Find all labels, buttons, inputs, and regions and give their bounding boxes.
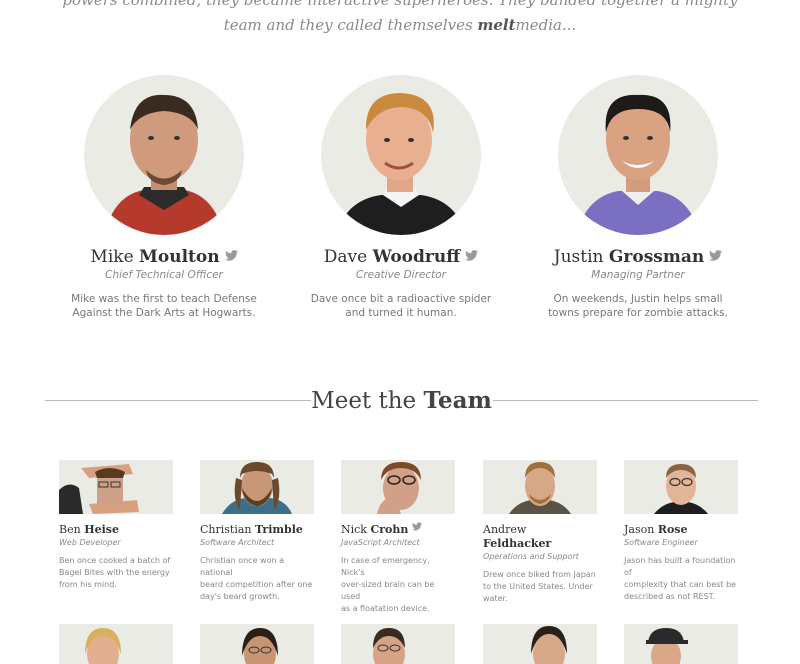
twitter-icon[interactable]: [224, 245, 238, 267]
partner-bio-line: Against the Dark Arts at Hogwarts.: [72, 307, 256, 319]
partner-last-name: Moulton: [139, 247, 220, 267]
partner-bio: Dave once bit a radioactive spider and tu…: [281, 292, 521, 320]
member-name: Christian Trimble: [200, 523, 314, 537]
twitter-icon[interactable]: [412, 521, 423, 535]
partner-first-name: Mike: [90, 247, 134, 267]
member-bio-line: from his mind.: [59, 580, 117, 589]
partner-card-dave: Dave Woodruff Creative Director Dave onc…: [281, 75, 521, 320]
member-role: Web Developer: [59, 538, 121, 547]
partner-bio: Mike was the first to teach Defense Again…: [44, 292, 284, 320]
member-bio-line: water.: [483, 594, 508, 603]
partner-photo: [558, 75, 718, 235]
member-bio-line: Drew once biked from Japan: [483, 570, 596, 579]
member-photo: [483, 624, 597, 664]
member-role: Software Engineer: [624, 538, 698, 547]
section-title-text: Meet the: [311, 388, 424, 414]
twitter-icon[interactable]: [465, 245, 479, 267]
member-bio-line: over-sized brain can be used: [341, 580, 435, 601]
partner-last-name: Grossman: [608, 247, 705, 267]
partner-card-mike: Mike Moulton Chief Technical Officer Mik…: [44, 75, 284, 320]
member-photo: [341, 460, 455, 514]
member-bio: In case of emergency, Nick's over-sized b…: [341, 555, 455, 615]
member-first-name: Ben: [59, 523, 81, 536]
partner-bio-line: and turned it human.: [345, 307, 457, 319]
member-bio-line: day's beard growth.: [200, 592, 280, 601]
member-card-ben: Ben Heise Web Developer Ben once cooked …: [59, 460, 173, 591]
partner-role: Chief Technical Officer: [105, 269, 223, 281]
partner-first-name: Dave: [323, 247, 368, 267]
section-title: Meet the Team: [45, 387, 758, 414]
intro-line-1: powers combined, they became interactive…: [62, 0, 738, 9]
partner-photo: [321, 75, 481, 235]
member-photo: [483, 460, 597, 514]
member-name: Ben Heise: [59, 523, 173, 537]
intro-line-2-text: team and they called themselves: [223, 16, 478, 34]
member-card-christian: Christian Trimble Software Architect Chr…: [200, 460, 314, 603]
partner-photo: [84, 75, 244, 235]
member-bio-line: In case of emergency, Nick's: [341, 556, 430, 577]
partner-bio-line: Mike was the first to teach Defense: [71, 293, 257, 305]
member-name: Andrew Feldhacker: [483, 523, 597, 551]
partner-name: Justin Grossman: [518, 246, 758, 268]
member-bio: Ben once cooked a batch of Bagel Bites wi…: [59, 555, 173, 591]
partner-last-name: Woodruff: [372, 247, 461, 267]
member-first-name: Andrew: [483, 523, 527, 536]
partner-first-name: Justin: [553, 247, 604, 267]
member-last-name: Trimble: [255, 523, 303, 536]
member-bio-line: Ben once cooked a batch of: [59, 556, 171, 565]
partner-bio-line: On weekends, Justin helps small: [553, 293, 723, 305]
member-card-nick: Nick Crohn JavaScript Architect In case …: [341, 460, 455, 615]
member-bio: Drew once biked from Japan to the United …: [483, 569, 597, 605]
twitter-icon[interactable]: [709, 245, 723, 267]
intro-line-2-end: media...: [515, 16, 577, 34]
member-bio-line: Christian once won a national: [200, 556, 284, 577]
member-last-name: Rose: [657, 523, 688, 536]
member-bio-line: Jason has built a foundation of: [624, 556, 736, 577]
partner-bio: On weekends, Justin helps small towns pre…: [518, 292, 758, 320]
member-photo: [200, 624, 314, 664]
member-last-name: Heise: [84, 523, 119, 536]
member-photo: [59, 624, 173, 664]
member-photo: [624, 460, 738, 514]
partner-role: Creative Director: [356, 269, 446, 281]
member-bio-line: Bagel Bites with the energy: [59, 568, 170, 577]
member-role: Operations and Support: [483, 552, 579, 561]
member-first-name: Nick: [341, 523, 367, 536]
member-last-name: Crohn: [370, 523, 409, 536]
member-photo: [624, 624, 738, 664]
partner-role: Managing Partner: [591, 269, 685, 281]
member-bio-line: described as not REST.: [624, 592, 716, 601]
member-card-andrew: Andrew Feldhacker Operations and Support…: [483, 460, 597, 605]
member-name: Jason Rose: [624, 523, 738, 537]
intro-line-2: team and they called themselves meltmedi…: [0, 13, 800, 38]
partner-bio-line: towns prepare for zombie attacks.: [548, 307, 728, 319]
section-title-bold: Team: [423, 387, 492, 414]
member-bio: Jason has built a foundation of complexit…: [624, 555, 738, 603]
partner-bio-line: Dave once bit a radioactive spider: [310, 293, 492, 305]
intro-text: powers combined, they became interactive…: [0, 0, 800, 38]
member-photo: [59, 460, 173, 514]
member-bio-line: as a floatation device.: [341, 604, 430, 613]
member-role: Software Architect: [200, 538, 275, 547]
member-first-name: Jason: [624, 523, 655, 536]
brand-melt: melt: [477, 16, 516, 34]
member-role: JavaScript Architect: [341, 538, 420, 547]
member-card-jason: Jason Rose Software Engineer Jason has b…: [624, 460, 738, 603]
member-last-name: Feldhacker: [483, 537, 552, 550]
member-photo: [341, 624, 455, 664]
partner-card-justin: Justin Grossman Managing Partner On week…: [518, 75, 758, 320]
member-name: Nick Crohn: [341, 521, 455, 537]
member-bio-line: complexity that can best be: [624, 580, 737, 589]
partner-name: Dave Woodruff: [281, 246, 521, 268]
member-photo: [200, 460, 314, 514]
member-bio: Christian once won a national beard compe…: [200, 555, 314, 603]
member-first-name: Christian: [200, 523, 252, 536]
partner-name: Mike Moulton: [44, 246, 284, 268]
member-bio-line: to the United States. Under: [483, 582, 593, 591]
meet-the-team-heading: Meet the Team: [45, 387, 758, 416]
member-bio-line: beard competition after one: [200, 580, 313, 589]
